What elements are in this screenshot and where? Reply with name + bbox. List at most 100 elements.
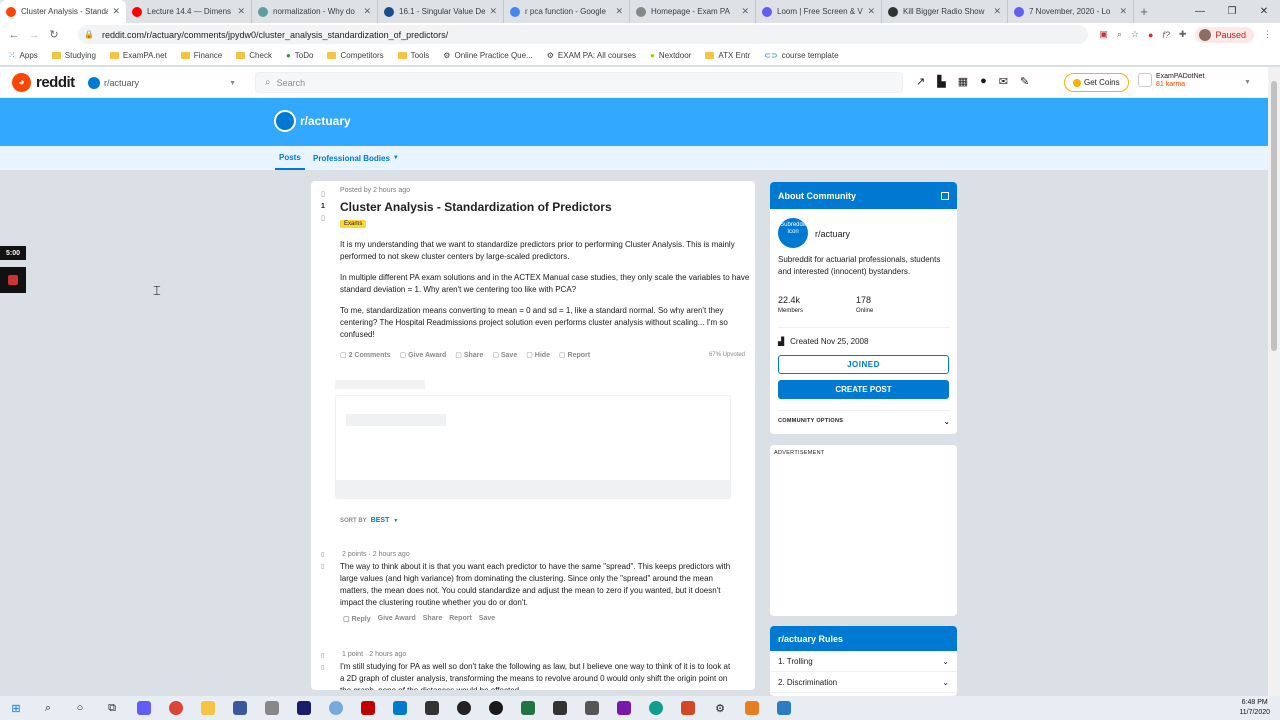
browser-tab[interactable]: Homepage - Exam PA ✕: [630, 0, 756, 23]
system-clock[interactable]: 6:48 PM 11/7/2020: [1239, 698, 1270, 718]
app-icon[interactable]: [544, 696, 576, 720]
bookmark-folder[interactable]: Competitors: [327, 51, 384, 60]
chevron-down-icon[interactable]: ▼: [1244, 79, 1251, 86]
browser-tab[interactable]: Kill Bigger Radio Show ✕: [882, 0, 1008, 23]
close-tab-icon[interactable]: ✕: [363, 6, 371, 17]
app-icon[interactable]: [224, 696, 256, 720]
stop-recording-button[interactable]: [0, 267, 26, 293]
app-icon[interactable]: [480, 696, 512, 720]
app-icon[interactable]: [768, 696, 800, 720]
chat-icon[interactable]: ●: [980, 75, 987, 88]
bookmark-link[interactable]: ⚙ Online Practice Que...: [443, 51, 532, 60]
minimize-icon[interactable]: —: [1184, 0, 1216, 23]
bookmark-folder[interactable]: ATX Entr: [705, 51, 750, 60]
extension-icon[interactable]: ▣: [1099, 29, 1108, 40]
bookmark-folder[interactable]: Studying: [51, 51, 96, 60]
browser-tab[interactable]: normalization - Why do ✕: [252, 0, 378, 23]
restore-icon[interactable]: ❐: [1216, 0, 1248, 23]
create-post-icon[interactable]: ✎: [1020, 75, 1029, 88]
edge-icon[interactable]: [640, 696, 672, 720]
r-icon[interactable]: [320, 696, 352, 720]
search-icon[interactable]: ⌕: [32, 696, 64, 720]
reload-icon[interactable]: ↻: [44, 28, 64, 41]
give-award-button[interactable]: Give Award: [400, 351, 446, 359]
filezilla-icon[interactable]: [352, 696, 384, 720]
app-icon[interactable]: [288, 696, 320, 720]
options-icon[interactable]: [941, 191, 949, 200]
app-icon[interactable]: [448, 696, 480, 720]
comment-vote[interactable]: ▯ ▯: [321, 549, 324, 573]
user-menu[interactable]: ExamPADotNet 81 karma: [1138, 72, 1205, 88]
scrollbar-thumb[interactable]: [1271, 81, 1277, 351]
bookmark-folder[interactable]: Check: [236, 51, 272, 60]
bookmark-apps[interactable]: ⁙ Apps: [8, 50, 38, 61]
search-input[interactable]: ⌕ Search: [255, 72, 903, 93]
joined-button[interactable]: JOINED: [778, 355, 949, 374]
excel-icon[interactable]: [512, 696, 544, 720]
mail-icon[interactable]: ✉: [999, 75, 1008, 88]
app-icon[interactable]: [256, 696, 288, 720]
downvote-icon[interactable]: ▯: [317, 213, 329, 225]
extension-icon[interactable]: ●: [1148, 30, 1153, 40]
menu-icon[interactable]: ⋮: [1263, 29, 1272, 40]
save-button[interactable]: Save: [479, 615, 495, 623]
powerpoint-icon[interactable]: [672, 696, 704, 720]
rule-item[interactable]: 2. Discrimination ⌄: [770, 672, 957, 693]
address-bar[interactable]: 🔒 reddit.com/r/actuary/comments/jpydw0/c…: [78, 25, 1088, 44]
rule-item[interactable]: 1. Trolling ⌄: [770, 651, 957, 672]
close-tab-icon[interactable]: ✕: [741, 6, 749, 17]
report-button[interactable]: Report: [559, 351, 591, 359]
vscode-icon[interactable]: [384, 696, 416, 720]
close-tab-icon[interactable]: ✕: [112, 6, 120, 17]
comment-vote[interactable]: ▯ ▯: [321, 650, 324, 674]
browser-tab[interactable]: r pca function - Google ✕: [504, 0, 630, 23]
zoom-icon[interactable]: ⌕: [1117, 29, 1122, 40]
create-post-button[interactable]: CREATE POST: [778, 380, 949, 399]
reddit-logo[interactable]: ◕ reddit: [12, 73, 75, 92]
share-button[interactable]: Share: [423, 615, 442, 623]
bookmark-folder[interactable]: Finance: [180, 51, 222, 60]
new-tab-button[interactable]: +: [1134, 0, 1154, 23]
page-scrollbar[interactable]: [1268, 67, 1280, 696]
browser-tab[interactable]: Cluster Analysis - Standa ✕: [0, 0, 126, 23]
bookmark-link[interactable]: ⊂⊃ course template: [764, 51, 838, 60]
forward-icon[interactable]: →: [24, 29, 44, 41]
file-explorer-icon[interactable]: [192, 696, 224, 720]
close-tab-icon[interactable]: ✕: [867, 6, 875, 17]
community-options-toggle[interactable]: COMMUNITY OPTIONS ⌄: [778, 418, 950, 426]
chrome-icon[interactable]: [160, 696, 192, 720]
app-icon[interactable]: [576, 696, 608, 720]
hide-button[interactable]: Hide: [526, 351, 550, 359]
community-dropdown[interactable]: r/actuary ▼: [88, 73, 238, 93]
app-icon[interactable]: [416, 696, 448, 720]
give-award-button[interactable]: Give Award: [378, 615, 416, 623]
browser-tab[interactable]: Lecture 14.4 — Dimens ✕: [126, 0, 252, 23]
back-icon[interactable]: ←: [4, 29, 24, 41]
close-tab-icon[interactable]: ✕: [237, 6, 245, 17]
app-icon[interactable]: [736, 696, 768, 720]
close-tab-icon[interactable]: ✕: [615, 6, 623, 17]
upvote-icon[interactable]: ▯: [317, 189, 329, 201]
community-name[interactable]: r/actuary: [815, 229, 850, 239]
bookmark-link[interactable]: ⚙ EXAM PA: All courses: [547, 51, 636, 60]
bookmark-link[interactable]: ● Nextdoor: [650, 51, 691, 60]
extension-icon[interactable]: f?: [1162, 30, 1170, 40]
settings-icon[interactable]: ⚙: [704, 696, 736, 720]
profile-button[interactable]: Paused: [1195, 26, 1254, 43]
browser-tab[interactable]: Loom | Free Screen & V ✕: [756, 0, 882, 23]
app-icon[interactable]: [128, 696, 160, 720]
tab-professional-bodies[interactable]: Professional Bodies ▼: [313, 146, 399, 170]
sort-dropdown[interactable]: SORT BY BEST ▼: [340, 517, 398, 524]
reply-button[interactable]: ▢ Reply: [343, 615, 371, 623]
comments-button[interactable]: 2 Comments: [340, 351, 391, 359]
popular-icon[interactable]: ↗: [916, 75, 925, 88]
share-button[interactable]: Share: [455, 351, 483, 359]
cortana-icon[interactable]: ○: [64, 696, 96, 720]
bookmark-todo[interactable]: ● ToDo: [286, 51, 314, 60]
stats-icon[interactable]: ▙: [937, 75, 945, 88]
bookmark-star-icon[interactable]: ☆: [1131, 29, 1139, 40]
browser-tab[interactable]: 7 November, 2020 - Lo ✕: [1008, 0, 1134, 23]
close-window-icon[interactable]: ✕: [1248, 0, 1280, 23]
close-tab-icon[interactable]: ✕: [1119, 6, 1127, 17]
comment-editor[interactable]: [335, 395, 731, 499]
